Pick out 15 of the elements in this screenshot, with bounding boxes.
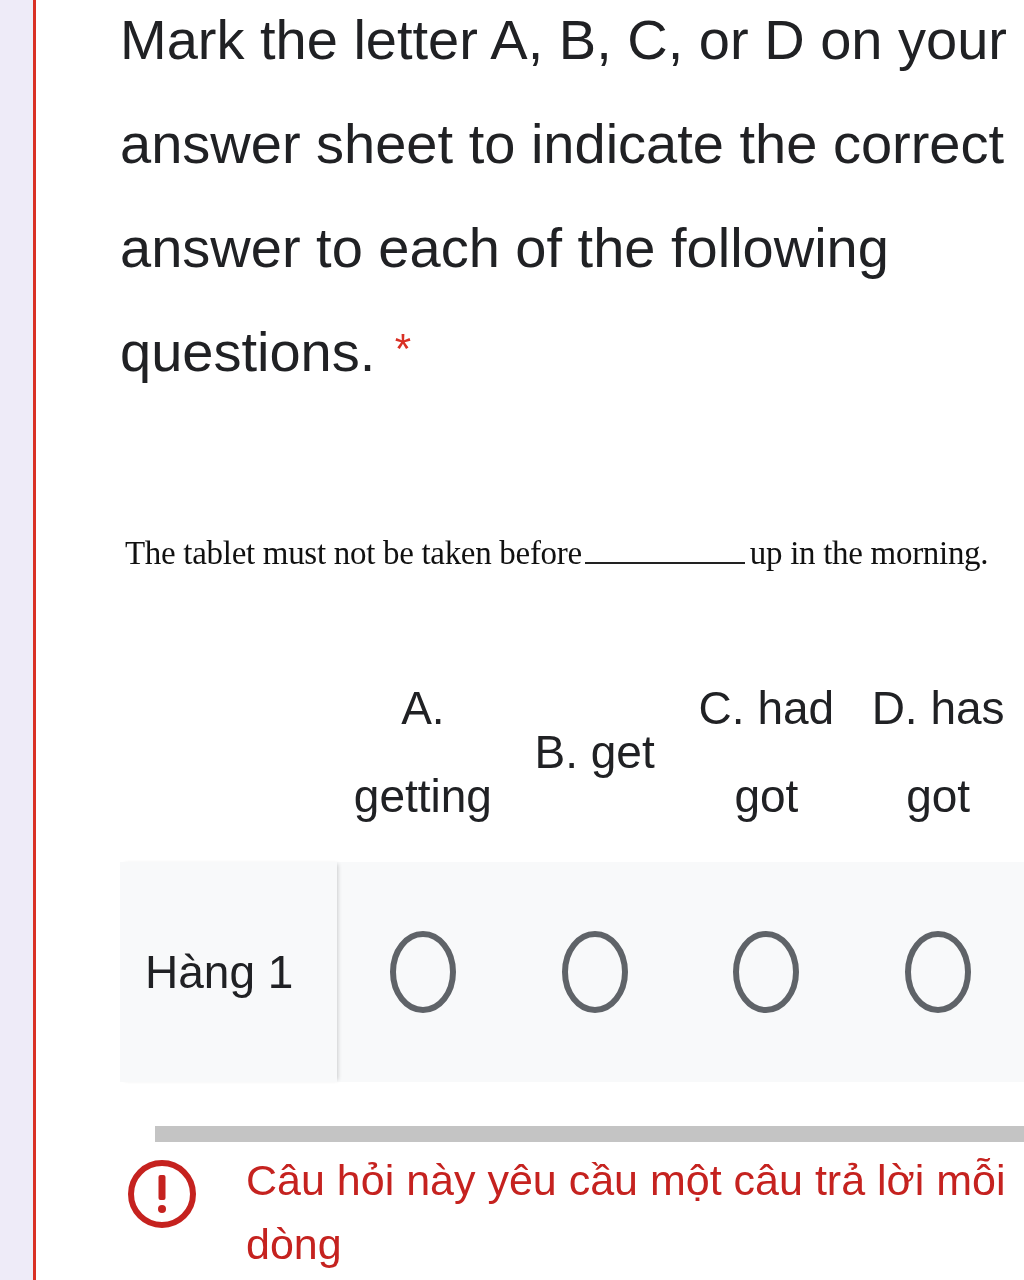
question-title: Mark the letter A, B, C, or D on your answer sheet to indicate the correct answer to each of the following questions. $^{*}$ [120,7,1008,385]
radio-button[interactable] [560,930,629,1014]
radio-button[interactable] [732,930,801,1014]
column-header: A. getting [353,682,492,822]
horizontal-scrollbar[interactable] [155,1126,1024,1142]
question-text: up in the morning. [749,534,989,573]
radio-button[interactable] [388,930,457,1014]
question-text: The tablet must not be taken before [125,534,582,573]
row-label: Hàng 1 [120,862,337,1082]
column-header: B. get [534,726,655,778]
column-header: D. has got [871,682,1005,822]
radio-button[interactable] [904,930,973,1014]
error-icon [128,1160,196,1228]
error-message: Câu hỏi này yêu cầu một câu trả lời mỗi dòng [246,1155,1007,1270]
column-header: C. had got [698,682,835,822]
